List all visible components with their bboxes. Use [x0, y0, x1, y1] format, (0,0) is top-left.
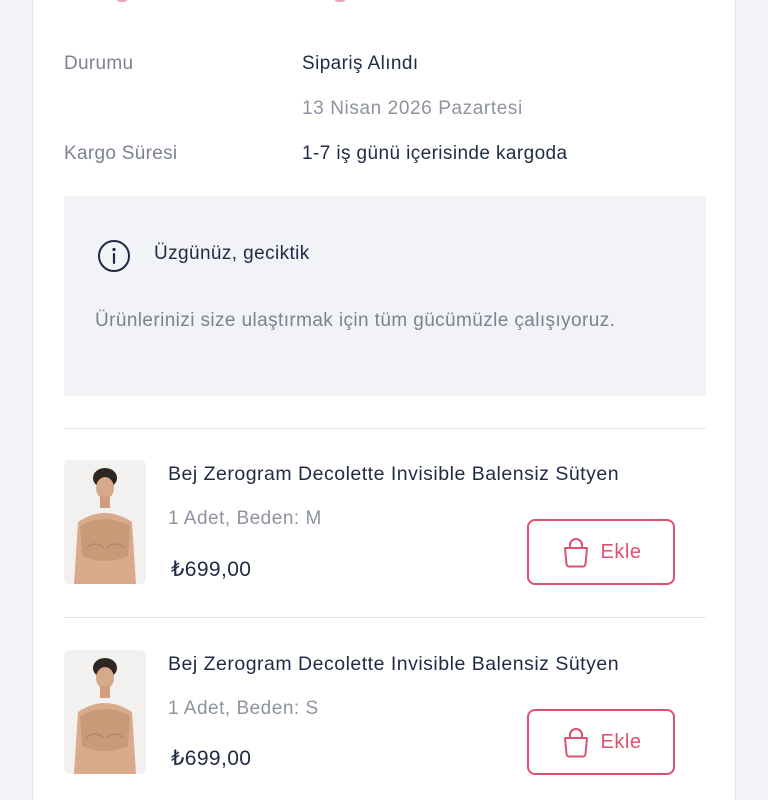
delay-notice: Üzgünüz, geciktik Ürünlerinizi size ulaş… [64, 196, 706, 396]
product-quantity-size: 1 Adet, Beden: M [168, 508, 322, 529]
product-price: ₺699,00 [171, 558, 252, 581]
product-quantity-size: 1 Adet, Beden: S [168, 698, 319, 719]
top-decoration [115, 0, 129, 2]
divider [64, 617, 706, 618]
add-button-label: Ekle [600, 540, 642, 563]
product-price: ₺699,00 [171, 747, 252, 770]
order-detail-card: Durumu Sipariş Alındı 13 Nisan 2026 Paza… [32, 0, 736, 800]
status-value: Sipariş Alındı [302, 53, 419, 74]
status-label: Durumu [64, 53, 134, 74]
divider [64, 428, 706, 429]
shopping-bag-icon [563, 538, 588, 568]
top-decoration [333, 0, 347, 2]
product-name[interactable]: Bej Zerogram Decolette Invisible Balensi… [168, 463, 619, 486]
add-to-cart-button[interactable]: Ekle [527, 709, 675, 775]
add-button-label: Ekle [600, 730, 642, 753]
notice-title: Üzgünüz, geciktik [154, 243, 310, 264]
shipping-value: 1-7 iş günü içerisinde kargoda [302, 143, 568, 164]
product-image[interactable] [64, 650, 146, 774]
product-name[interactable]: Bej Zerogram Decolette Invisible Balensi… [168, 653, 619, 676]
notice-message: Ürünlerinizi size ulaştırmak için tüm gü… [95, 310, 616, 331]
product-image[interactable] [64, 460, 146, 584]
status-date: 13 Nisan 2026 Pazartesi [302, 98, 523, 119]
shipping-label: Kargo Süresi [64, 143, 178, 164]
info-icon [98, 240, 130, 272]
shopping-bag-icon [563, 728, 588, 758]
add-to-cart-button[interactable]: Ekle [527, 519, 675, 585]
product-photo [64, 650, 146, 774]
product-photo [64, 460, 146, 584]
